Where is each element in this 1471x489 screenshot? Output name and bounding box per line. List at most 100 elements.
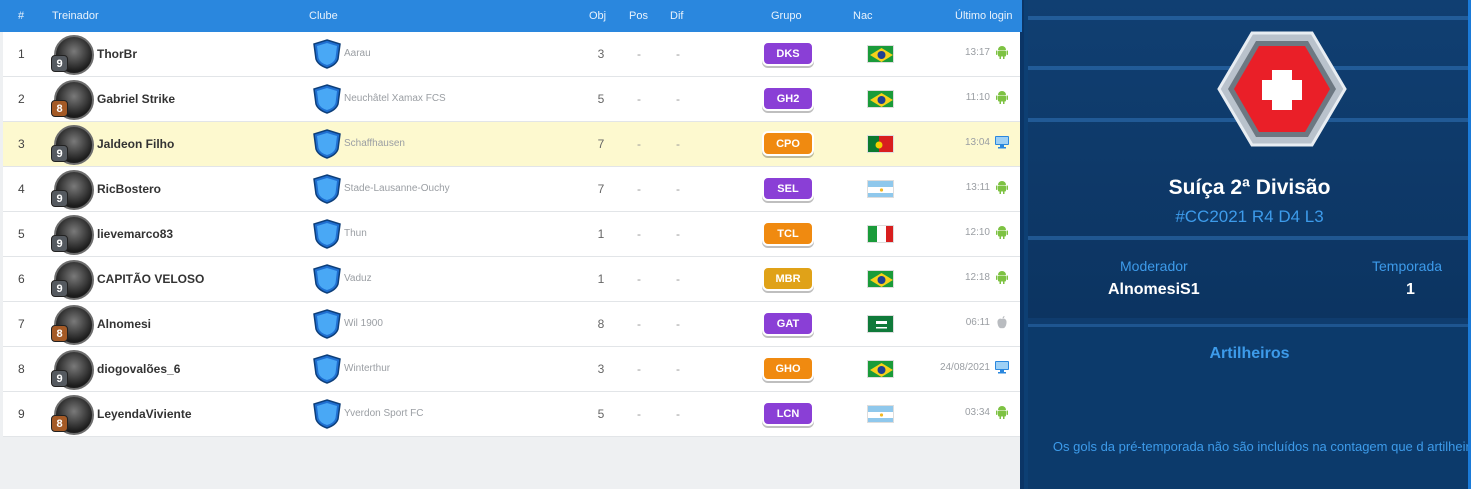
club-name[interactable]: Aarau [344, 48, 371, 59]
objective-value: 7 [597, 137, 605, 151]
argentina-flag-icon [867, 405, 894, 423]
season-value: 1 [1406, 281, 1415, 298]
club-shield-icon [312, 264, 342, 294]
group-badge[interactable]: GH2 [762, 86, 814, 111]
table-row[interactable]: 5 9 lievemarco83 Thun 1 - - TCL 12:10 [3, 212, 1020, 257]
switzerland-cross-icon [1217, 31, 1347, 147]
group-badge[interactable]: GHO [762, 356, 814, 381]
table-row[interactable]: 3 9 Jaldeon Filho Schaffhausen 7 - - CPO 13:04 [3, 122, 1020, 167]
level-badge: 9 [51, 280, 68, 297]
row-rank: 4 [18, 182, 25, 196]
header-num: # [18, 10, 25, 22]
table-row[interactable]: 7 8 Alnomesi Wil 1900 8 - - GAT 06:11 [3, 302, 1020, 347]
club-shield-icon [312, 129, 342, 159]
trainer-name[interactable]: diogovalões_6 [97, 362, 180, 376]
header-group[interactable]: Grupo [771, 10, 802, 22]
position-value: - [637, 47, 641, 61]
club-shield-icon [312, 84, 342, 114]
club-shield-icon [312, 174, 342, 204]
standings-panel: # Treinador Clube Obj Pos Dif Grupo Nac … [0, 0, 1024, 489]
trainer-name[interactable]: lievemarco83 [97, 227, 173, 241]
argentina-flag-icon [867, 180, 894, 198]
club-name[interactable]: Winterthur [344, 363, 390, 374]
group-badge[interactable]: MBR [762, 266, 814, 291]
group-badge[interactable]: LCN [762, 401, 814, 426]
header-obj[interactable]: Obj [589, 10, 606, 22]
moderator-name[interactable]: AlnomesiS1 [1108, 281, 1200, 299]
level-badge: 9 [51, 235, 68, 252]
level-badge: 8 [51, 415, 68, 432]
header-dif[interactable]: Dif [670, 10, 683, 22]
brazil-flag-icon [867, 360, 894, 378]
row-rank: 8 [18, 362, 25, 376]
table-header: # Treinador Clube Obj Pos Dif Grupo Nac … [0, 0, 1022, 32]
club-shield-icon [312, 399, 342, 429]
position-value: - [637, 362, 641, 376]
italy-flag-icon [867, 225, 894, 243]
group-badge[interactable]: SEL [762, 176, 814, 201]
trainer-name[interactable]: Alnomesi [97, 317, 151, 331]
row-rank: 3 [18, 137, 25, 151]
position-value: - [637, 182, 641, 196]
difference-value: - [676, 47, 680, 61]
header-nac[interactable]: Nac [853, 10, 873, 22]
last-login-time: 13:11 [965, 182, 990, 193]
table-row[interactable]: 2 8 Gabriel Strike Neuchâtel Xamax FCS 5 - - GH… [3, 77, 1020, 122]
trainer-name[interactable]: CAPITÃO VELOSO [97, 272, 204, 286]
trainer-name[interactable]: Gabriel Strike [97, 92, 175, 106]
level-badge: 9 [51, 190, 68, 207]
club-name[interactable]: Wil 1900 [344, 318, 383, 329]
android-icon [994, 404, 1010, 420]
objective-value: 3 [597, 362, 605, 376]
level-badge: 8 [51, 325, 68, 342]
android-icon [994, 269, 1010, 285]
table-row[interactable]: 4 9 RicBostero Stade-Lausanne-Ouchy 7 - - SEL 13… [3, 167, 1020, 212]
table-row[interactable]: 8 9 diogovalões_6 Winterthur 3 - - GHO 24/08/202… [3, 347, 1020, 392]
group-badge[interactable]: TCL [762, 221, 814, 246]
row-rank: 5 [18, 227, 25, 241]
level-badge: 9 [51, 370, 68, 387]
position-value: - [637, 407, 641, 421]
brazil-flag-icon [867, 90, 894, 108]
club-name[interactable]: Vaduz [344, 273, 372, 284]
table-body: 1 9 ThorBr Aarau 3 - - DKS 13:17 2 8 Gabriel Strike… [3, 32, 1020, 437]
table-row[interactable]: 9 8 LeyendaViviente Yverdon Sport FC 5 - - LCN 0… [3, 392, 1020, 437]
desktop-icon [994, 134, 1010, 150]
android-icon [994, 179, 1010, 195]
header-club[interactable]: Clube [309, 10, 338, 22]
objective-value: 8 [597, 317, 605, 331]
league-code[interactable]: #CC2021 R4 D4 L3 [1028, 207, 1471, 227]
season-label: Temporada [1372, 258, 1443, 274]
trainer-name[interactable]: RicBostero [97, 182, 161, 196]
difference-value: - [676, 182, 680, 196]
club-name[interactable]: Thun [344, 228, 367, 239]
trainer-name[interactable]: ThorBr [97, 47, 137, 61]
moderator-label: Moderador [1120, 258, 1188, 274]
scorers-note: Os gols da pré-temporada não são incluíd… [1052, 439, 1471, 454]
group-badge[interactable]: CPO [762, 131, 814, 156]
table-row[interactable]: 6 9 CAPITÃO VELOSO Vaduz 1 - - MBR 12:18 [3, 257, 1020, 302]
club-name[interactable]: Schaffhausen [344, 138, 405, 149]
club-name[interactable]: Neuchâtel Xamax FCS [344, 93, 446, 104]
difference-value: - [676, 362, 680, 376]
trainer-name[interactable]: LeyendaViviente [97, 407, 192, 421]
header-last-login[interactable]: Último login [955, 10, 1012, 22]
header-trainer[interactable]: Treinador [52, 10, 99, 22]
club-name[interactable]: Stade-Lausanne-Ouchy [344, 183, 450, 194]
league-name: Suíça 2ª Divisão [1168, 176, 1331, 199]
header-pos[interactable]: Pos [629, 10, 648, 22]
difference-value: - [676, 317, 680, 331]
scorers-section: Artilheiros Os gols da pré-temporada não… [1028, 324, 1471, 489]
level-badge: 9 [51, 145, 68, 162]
group-badge[interactable]: GAT [762, 311, 814, 336]
trainer-name[interactable]: Jaldeon Filho [97, 137, 174, 151]
group-badge[interactable]: DKS [762, 41, 814, 66]
position-value: - [637, 272, 641, 286]
row-rank: 7 [18, 317, 25, 331]
difference-value: - [676, 272, 680, 286]
league-info: Suíça 2ª Divisão #CC2021 R4 D4 L3 Modera… [1028, 0, 1471, 318]
level-badge: 8 [51, 100, 68, 117]
table-row[interactable]: 1 9 ThorBr Aarau 3 - - DKS 13:17 [3, 32, 1020, 77]
club-name[interactable]: Yverdon Sport FC [344, 408, 423, 419]
objective-value: 1 [597, 272, 605, 286]
